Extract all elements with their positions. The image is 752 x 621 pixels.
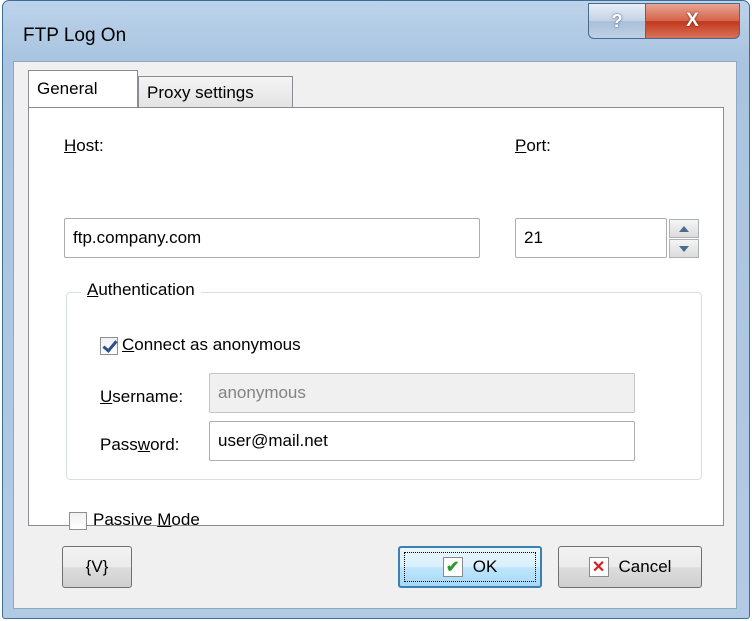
- cross-icon: ✕: [588, 557, 609, 577]
- arrow-down-icon: [679, 245, 689, 252]
- password-input[interactable]: user@mail.net: [209, 421, 635, 461]
- password-label: Password:: [100, 435, 180, 454]
- port-input[interactable]: 21: [515, 218, 667, 258]
- passive-mode-label[interactable]: Passive Mode: [93, 510, 200, 530]
- tab-proxy-settings[interactable]: Proxy settings: [138, 76, 293, 108]
- port-label: Port:: [515, 136, 551, 155]
- ok-button-label: OK: [472, 557, 498, 576]
- help-icon: ?: [611, 10, 623, 31]
- host-input-value: ftp.company.com: [73, 228, 202, 247]
- tab-proxy-settings-label: Proxy settings: [147, 82, 254, 102]
- general-tab-panel: Host: ftp.company.com Port: 21 Authentic…: [28, 107, 724, 530]
- tab-general-label: General: [37, 79, 98, 98]
- port-input-value: 21: [524, 228, 543, 247]
- port-stepper: [669, 218, 699, 258]
- passive-mode-checkbox[interactable]: [69, 512, 87, 530]
- variables-button-label: {V}: [85, 557, 109, 576]
- title-buttons: ? X: [588, 3, 740, 39]
- authentication-group-label: Authentication: [81, 280, 201, 300]
- username-label: Username:: [100, 387, 184, 406]
- help-button[interactable]: ?: [588, 3, 646, 39]
- title-bar[interactable]: FTP Log On ? X: [3, 1, 749, 61]
- cancel-button[interactable]: ✕ Cancel: [558, 546, 702, 588]
- variables-button[interactable]: {V}: [62, 546, 132, 588]
- arrow-up-icon: [679, 225, 689, 232]
- focus-rect: [404, 552, 536, 582]
- authentication-group: Authentication Connect as anonymous User…: [66, 280, 702, 480]
- port-increment-button[interactable]: [669, 219, 699, 238]
- check-icon: ✔: [442, 557, 463, 577]
- tab-general[interactable]: General: [28, 70, 138, 107]
- close-icon: X: [686, 10, 699, 31]
- ftp-logon-dialog: FTP Log On ? X General Proxy settings Ho…: [2, 0, 750, 619]
- dialog-body: General Proxy settings Host: ftp.company…: [13, 61, 737, 609]
- window-title: FTP Log On: [23, 25, 127, 46]
- username-input-value: anonymous: [218, 383, 306, 402]
- connect-anonymous-checkbox[interactable]: [100, 337, 118, 355]
- connect-anonymous-label[interactable]: Connect as anonymous: [122, 335, 301, 355]
- host-label: Host:: [64, 136, 104, 155]
- host-input[interactable]: ftp.company.com: [64, 218, 480, 258]
- ok-button[interactable]: ✔ OK: [398, 546, 542, 588]
- cancel-button-label: Cancel: [618, 557, 672, 576]
- port-decrement-button[interactable]: [669, 239, 699, 258]
- username-input: anonymous: [209, 373, 635, 413]
- close-button[interactable]: X: [646, 3, 740, 39]
- password-input-value: user@mail.net: [218, 431, 328, 450]
